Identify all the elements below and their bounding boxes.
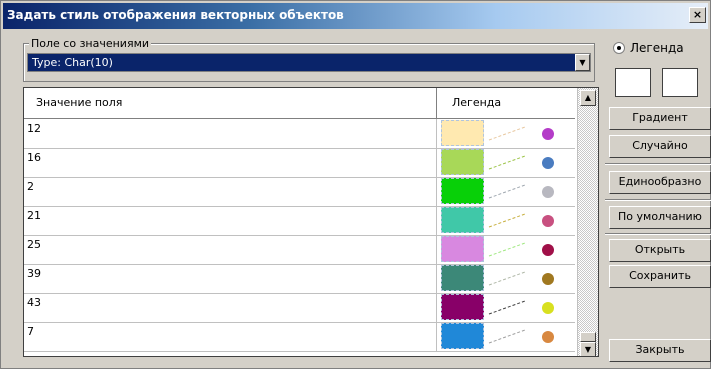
scroll-up-icon[interactable]: ▲: [580, 90, 596, 106]
column-divider: [436, 293, 437, 322]
table-row[interactable]: 12: [24, 119, 575, 149]
column-divider: [436, 119, 437, 148]
point-symbol-icon[interactable]: [542, 331, 554, 343]
table-row[interactable]: 7: [24, 322, 575, 352]
gradient-button[interactable]: Градиент: [609, 107, 711, 130]
legend-radio-label[interactable]: Легенда: [630, 41, 684, 55]
fill-swatch[interactable]: [441, 294, 484, 320]
field-value-cell[interactable]: 12: [27, 122, 41, 135]
legend-radio[interactable]: [613, 42, 625, 54]
point-symbol-icon[interactable]: [542, 157, 554, 169]
point-symbol-icon[interactable]: [542, 273, 554, 285]
open-button[interactable]: Открыть: [609, 239, 711, 262]
fill-swatch[interactable]: [441, 120, 484, 146]
fill-swatch[interactable]: [441, 236, 484, 262]
column-header-value[interactable]: Значение поля: [36, 96, 122, 109]
field-value-cell[interactable]: 25: [27, 238, 41, 251]
point-symbol-icon[interactable]: [542, 128, 554, 140]
field-value-cell[interactable]: 39: [27, 267, 41, 280]
chevron-down-icon[interactable]: ▼: [575, 54, 590, 71]
column-divider: [436, 206, 437, 235]
line-style-icon[interactable]: [487, 327, 527, 345]
dialog-title: Задать стиль отображения векторных объек…: [7, 8, 344, 22]
field-group-label: Поле со значениями: [29, 37, 152, 50]
field-value-cell[interactable]: 16: [27, 151, 41, 164]
column-header-legend[interactable]: Легенда: [452, 96, 501, 109]
end-color-box[interactable]: [662, 68, 698, 97]
table-row[interactable]: 21: [24, 206, 575, 236]
scroll-thumb[interactable]: [580, 332, 596, 342]
column-divider: [436, 322, 437, 351]
field-select[interactable]: Type: Char(10) ▼: [27, 53, 591, 72]
point-symbol-icon[interactable]: [542, 215, 554, 227]
close-icon[interactable]: ×: [689, 7, 706, 23]
fill-swatch[interactable]: [441, 323, 484, 349]
table-header: Значение поля Легенда: [24, 88, 575, 119]
line-style-icon[interactable]: [487, 182, 527, 200]
table-row[interactable]: 43: [24, 293, 575, 323]
point-symbol-icon[interactable]: [542, 244, 554, 256]
line-style-icon[interactable]: [487, 269, 527, 287]
table-row[interactable]: 16: [24, 148, 575, 178]
separator: [605, 233, 711, 235]
start-color-box[interactable]: [615, 68, 651, 97]
vertical-scrollbar[interactable]: ▲ ▼: [577, 88, 598, 356]
close-button[interactable]: Закрыть: [609, 339, 711, 362]
table-row[interactable]: 2: [24, 177, 575, 207]
line-style-icon[interactable]: [487, 240, 527, 258]
legend-table: Значение поля Легенда 12 16 2 21 25 39 43 7 ▲ ▼: [23, 87, 599, 357]
field-select-value: Type: Char(10): [32, 56, 113, 69]
radio-selected-dot: [617, 46, 621, 50]
point-symbol-icon[interactable]: [542, 302, 554, 314]
title-bar[interactable]: Задать стиль отображения векторных объек…: [3, 3, 708, 29]
scroll-down-icon[interactable]: ▼: [580, 342, 596, 356]
table-row[interactable]: 25: [24, 235, 575, 265]
save-button[interactable]: Сохранить: [609, 265, 711, 288]
default-button[interactable]: По умолчанию: [609, 206, 711, 229]
field-value-cell[interactable]: 43: [27, 296, 41, 309]
random-button[interactable]: Случайно: [609, 135, 711, 158]
line-style-icon[interactable]: [487, 211, 527, 229]
column-divider: [436, 264, 437, 293]
separator: [605, 199, 711, 201]
style-dialog: Задать стиль отображения векторных объек…: [0, 0, 711, 369]
column-divider: [436, 235, 437, 264]
line-style-icon[interactable]: [487, 124, 527, 142]
point-symbol-icon[interactable]: [542, 186, 554, 198]
table-row[interactable]: 39: [24, 264, 575, 294]
column-divider: [436, 148, 437, 177]
uniform-button[interactable]: Единообразно: [609, 171, 711, 194]
line-style-icon[interactable]: [487, 298, 527, 316]
line-style-icon[interactable]: [487, 153, 527, 171]
header-divider: [436, 88, 437, 118]
column-divider: [436, 177, 437, 206]
field-value-cell[interactable]: 7: [27, 325, 34, 338]
fill-swatch[interactable]: [441, 178, 484, 204]
field-value-cell[interactable]: 21: [27, 209, 41, 222]
field-value-cell[interactable]: 2: [27, 180, 34, 193]
fill-swatch[interactable]: [441, 207, 484, 233]
fill-swatch[interactable]: [441, 149, 484, 175]
separator: [605, 163, 711, 165]
fill-swatch[interactable]: [441, 265, 484, 291]
